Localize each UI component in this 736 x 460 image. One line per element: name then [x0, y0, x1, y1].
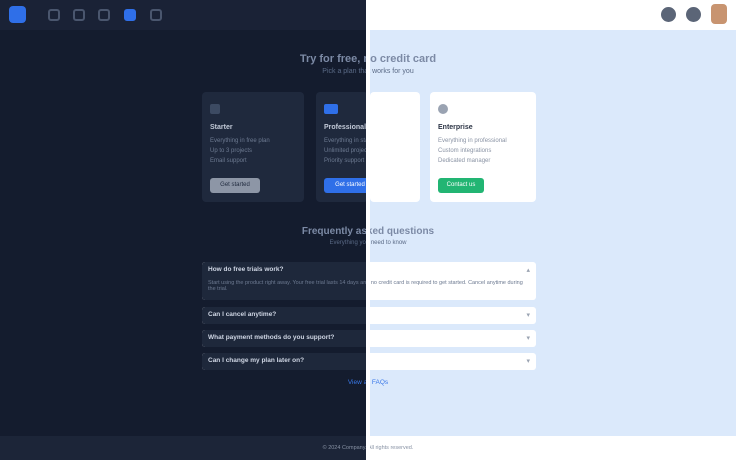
faq-question: Can I cancel anytime? [208, 311, 277, 318]
edit-icon[interactable] [124, 9, 136, 21]
plan-card-professional-light [370, 92, 420, 202]
chevron-down-icon[interactable]: ▾ [526, 311, 530, 319]
plan-select-button[interactable]: Get started [210, 178, 260, 193]
notification-icon[interactable] [661, 7, 676, 22]
plan-feature: Up to 3 projects [210, 148, 253, 154]
plan-feature: Dedicated manager [438, 158, 491, 164]
plan-card-enterprise: Enterprise Everything in professional Cu… [430, 92, 536, 202]
plan-icon [210, 104, 220, 114]
dashboard-icon[interactable] [48, 9, 60, 21]
plan-select-button[interactable]: Contact us [438, 178, 484, 193]
plan-name: Starter [210, 124, 233, 131]
plan-card-professional: Professional Everything in starter Unlim… [316, 92, 377, 202]
user-avatar[interactable] [711, 4, 727, 24]
plan-badge [324, 104, 338, 114]
faq-question: What payment methods do you support? [208, 334, 335, 341]
plan-name: Professional [324, 124, 367, 131]
chevron-down-icon[interactable]: ▾ [526, 334, 530, 342]
plan-card-starter: Starter Everything in free plan Up to 3 … [202, 92, 304, 202]
faq-question: How do free trials work? [208, 266, 284, 273]
help-icon[interactable] [686, 7, 701, 22]
top-navigation-bar-light [368, 0, 736, 30]
grid-icon[interactable] [150, 9, 162, 21]
plan-feature: Everything in professional [438, 138, 507, 144]
list-icon[interactable] [73, 9, 85, 21]
plan-feature: Custom integrations [438, 148, 492, 154]
plan-name: Enterprise [438, 124, 473, 131]
chevron-up-icon[interactable]: ▴ [526, 266, 530, 274]
faq-question: Can I change my plan later on? [208, 357, 305, 364]
plan-icon [438, 104, 448, 114]
plan-feature: Email support [210, 158, 247, 164]
logo-icon[interactable] [9, 6, 26, 23]
plan-feature: Everything in free plan [210, 138, 270, 144]
chevron-down-icon[interactable]: ▾ [526, 357, 530, 365]
settings-icon[interactable] [98, 9, 110, 21]
theme-divider [366, 0, 370, 460]
